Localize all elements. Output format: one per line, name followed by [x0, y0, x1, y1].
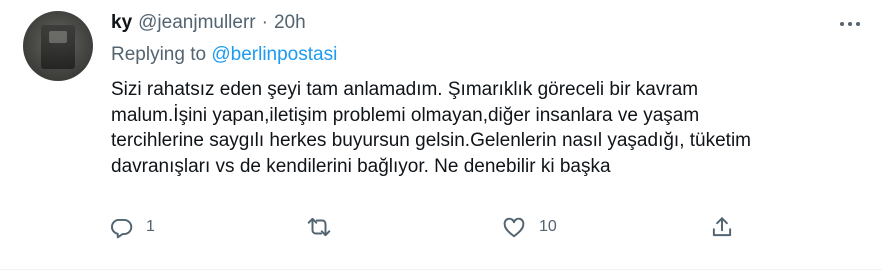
- avatar-photo-highlight: [49, 31, 67, 43]
- avatar[interactable]: [23, 11, 93, 81]
- replying-to: Replying to @berlinpostasi: [111, 44, 337, 66]
- heart-icon: [501, 214, 527, 240]
- replying-to-mention[interactable]: @berlinpostasi: [211, 44, 337, 65]
- more-icon[interactable]: [840, 14, 860, 34]
- share-button[interactable]: [709, 212, 747, 242]
- tweet-text-line: Sizi rahatsız eden şeyi tam anlamadım. Ş…: [111, 79, 699, 100]
- action-bar: 1 10: [108, 212, 748, 242]
- more-dot: [848, 22, 852, 26]
- user-handle[interactable]: @jeanjmullerr: [138, 12, 256, 34]
- tweet-text-line: malum.İşini yapan,iletişim problemi olma…: [111, 104, 700, 126]
- tweet-text-line: davranışları vs de kendilerini bağlıyor.…: [111, 155, 611, 177]
- tweet-header: ky @jeanjmullerr · 20h: [111, 10, 306, 36]
- separator-dot: ·: [261, 12, 268, 33]
- tweet-text-line: tercihlerine saygılı herkes buyursun gel…: [111, 130, 751, 151]
- retweet-icon: [306, 214, 332, 240]
- more-dot: [856, 22, 860, 26]
- display-name[interactable]: ky: [111, 12, 132, 34]
- reply-button[interactable]: 1: [108, 212, 155, 242]
- tweet-text: Sizi rahatsız eden şeyi tam anlamadım. Ş…: [111, 77, 831, 179]
- reply-icon: [108, 214, 134, 240]
- retweet-button[interactable]: [306, 212, 344, 242]
- like-count: 10: [539, 218, 557, 235]
- tweet[interactable]: ky @jeanjmullerr · 20h Replying to @berl…: [0, 0, 882, 270]
- timestamp[interactable]: 20h: [274, 12, 306, 34]
- reply-count: 1: [146, 218, 155, 235]
- replying-to-label: Replying to: [111, 44, 207, 65]
- like-button[interactable]: 10: [501, 212, 557, 242]
- more-dot: [840, 22, 844, 26]
- share-icon: [709, 214, 735, 240]
